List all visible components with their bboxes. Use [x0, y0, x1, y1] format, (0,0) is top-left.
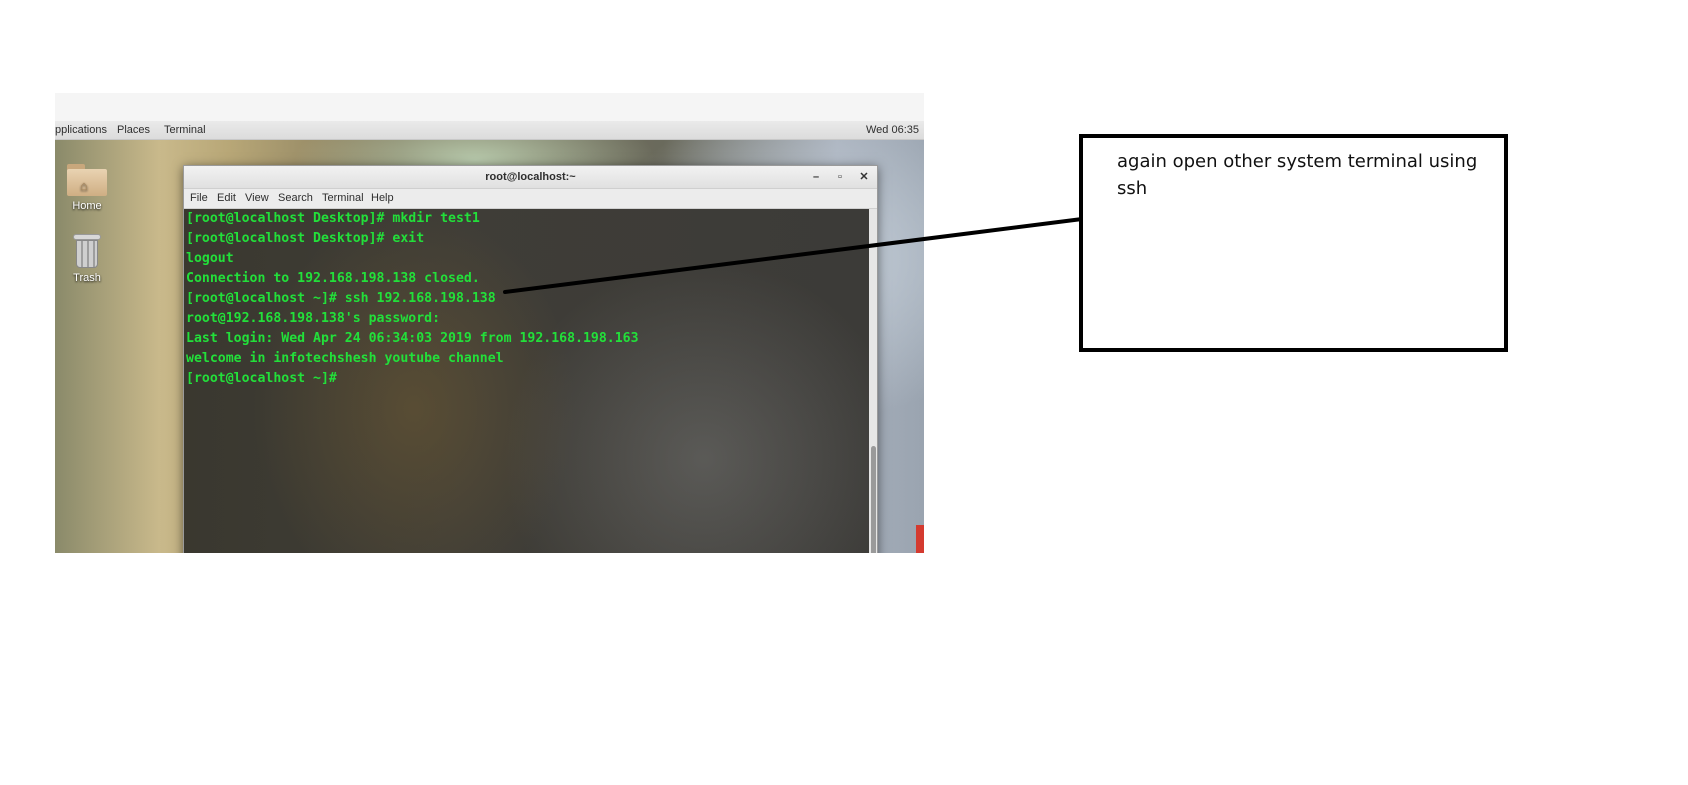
annotation-callout-box: again open other system terminal using s…	[1079, 134, 1508, 352]
annotation-text: again open other system terminal using s…	[1117, 151, 1478, 199]
annotation-pointer-line	[503, 216, 1092, 294]
pointer-line	[503, 216, 1092, 294]
